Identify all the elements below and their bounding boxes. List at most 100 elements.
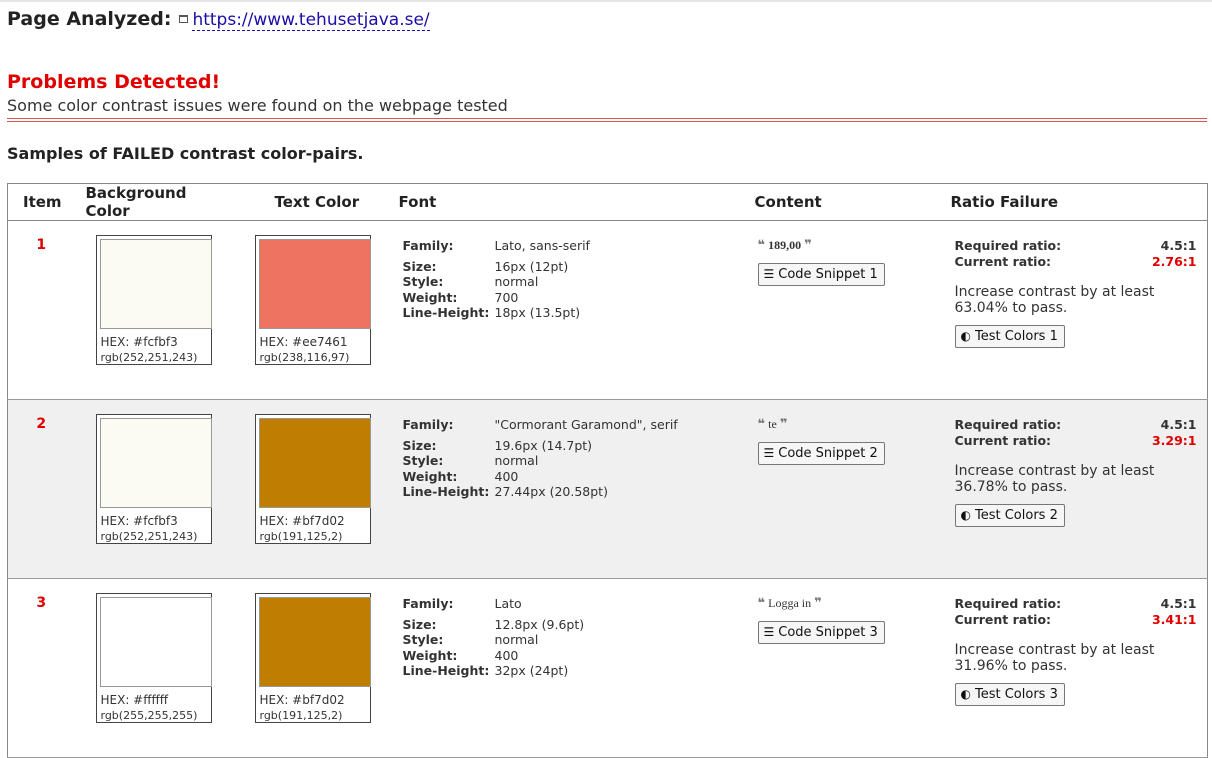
ratio-details: Required ratio: 4.5:1 Current ratio: 2.76:…: [954, 238, 1197, 348]
contrast-icon: ◐: [960, 329, 971, 343]
text-rgb: rgb(191,125,2): [259, 709, 343, 722]
font-style-label: Style:: [402, 453, 444, 468]
required-ratio-label: Required ratio:: [954, 596, 1062, 611]
test-colors-label: Test Colors 1: [974, 329, 1058, 344]
line-height-label: Line-Height:: [402, 663, 490, 678]
analyzed-url-link[interactable]: https://www.tehusetjava.se/: [192, 10, 430, 31]
divider-line: [7, 118, 1207, 119]
bg-color-swatch: [99, 239, 212, 329]
required-ratio-label: Required ratio:: [954, 417, 1062, 432]
contrast-advice: Increase contrast by at least 31.96% to …: [954, 642, 1155, 674]
font-size-value: 19.6px (14.7pt): [494, 437, 593, 453]
font-details: Family: "Cormorant Garamond", serif Size:…: [403, 417, 751, 500]
list-icon: ☰: [763, 446, 775, 460]
ratio-cell: Required ratio: 4.5:1 Current ratio: 3.41:…: [946, 578, 1208, 758]
code-snippet-button[interactable]: ☰ Code Snippet 2: [757, 442, 885, 465]
table-header-row: Item Background Color Text Color Font Co…: [7, 183, 1208, 221]
text-rgb: rgb(191,125,2): [259, 530, 343, 543]
bg-swatch-card: HEX: #fcfbf3 rgb(252,251,243): [95, 414, 212, 544]
line-height-value: 27.44px (20.58pt): [494, 484, 608, 499]
font-details: Family: Lato Size: 12.8px (9.6pt) Style: no…: [403, 596, 751, 679]
test-colors-button[interactable]: ◐ Test Colors 1: [954, 325, 1065, 348]
required-ratio-value: 4.5:1: [1160, 417, 1197, 432]
font-style-label: Style:: [402, 274, 444, 289]
content-text: 189,00: [768, 238, 802, 252]
open-quote-icon: ❝: [757, 596, 766, 611]
item-number: 2: [7, 399, 75, 579]
current-ratio-value: 3.29:1: [1151, 432, 1197, 448]
code-snippet-label: Code Snippet 2: [778, 446, 878, 461]
font-size-label: Size:: [402, 616, 437, 632]
list-icon: ☰: [763, 267, 775, 281]
ratio-details: Required ratio: 4.5:1 Current ratio: 3.29:…: [954, 417, 1197, 527]
test-colors-button[interactable]: ◐ Test Colors 3: [954, 683, 1065, 706]
font-style-value: normal: [494, 274, 539, 289]
close-quote-icon: ❞: [814, 596, 822, 611]
font-weight-value: 400: [494, 647, 519, 663]
table-row: 2 HEX: #fcfbf3 rgb(252,251,243) HEX: #bf…: [7, 399, 1208, 579]
text-swatch-card: HEX: #bf7d02 rgb(191,125,2): [254, 593, 371, 723]
table-row: 1 HEX: #fcfbf3 rgb(252,251,243) HEX: #ee…: [7, 220, 1208, 400]
bg-color-cell: HEX: #fcfbf3 rgb(252,251,243): [74, 220, 235, 400]
font-style-value: normal: [494, 632, 539, 647]
bg-hex: HEX: #fcfbf3: [100, 514, 178, 528]
code-snippet-label: Code Snippet 1: [778, 267, 878, 282]
current-ratio-label: Current ratio:: [954, 253, 1052, 269]
code-snippet-button[interactable]: ☰ Code Snippet 1: [757, 263, 885, 286]
font-cell: Family: "Cormorant Garamond", serif Size:…: [395, 399, 751, 579]
font-family-value: "Cormorant Garamond", serif: [494, 417, 678, 432]
text-rgb: rgb(238,116,97): [259, 351, 350, 364]
current-ratio-label: Current ratio:: [954, 611, 1052, 627]
col-header-background: Background Color: [74, 183, 235, 221]
text-hex: HEX: #ee7461: [259, 335, 348, 349]
font-weight-value: 700: [494, 289, 519, 305]
bg-color-swatch: [99, 597, 212, 687]
col-header-text-color: Text Color: [234, 183, 396, 221]
test-colors-label: Test Colors 2: [974, 508, 1058, 523]
text-color-swatch: [258, 418, 371, 508]
test-colors-label: Test Colors 3: [974, 687, 1058, 702]
bg-rgb: rgb(252,251,243): [100, 530, 198, 543]
ratio-details: Required ratio: 4.5:1 Current ratio: 3.41:…: [954, 596, 1197, 706]
font-size-label: Size:: [402, 437, 437, 453]
font-size-value: 16px (12pt): [494, 258, 569, 274]
bg-color-cell: HEX: #fcfbf3 rgb(252,251,243): [74, 399, 235, 579]
font-weight-value: 400: [494, 468, 519, 484]
content-cell: ❝ Logga in ❞ ☰ Code Snippet 3: [750, 578, 947, 758]
font-family-label: Family:: [402, 596, 454, 611]
test-colors-button[interactable]: ◐ Test Colors 2: [954, 504, 1065, 527]
bg-rgb: rgb(255,255,255): [100, 709, 198, 722]
close-quote-icon: ❞: [804, 238, 812, 253]
text-hex: HEX: #bf7d02: [259, 514, 345, 528]
font-family-label: Family:: [402, 417, 454, 432]
text-color-cell: HEX: #bf7d02 rgb(191,125,2): [234, 578, 396, 758]
open-quote-icon: ❝: [757, 417, 766, 432]
font-cell: Family: Lato, sans-serif Size: 16px (12pt)…: [395, 220, 751, 400]
code-snippet-button[interactable]: ☰ Code Snippet 3: [757, 621, 885, 644]
bg-color-swatch: [99, 418, 212, 508]
font-family-value: Lato: [494, 596, 522, 611]
font-family-value: Lato, sans-serif: [494, 238, 590, 253]
divider-line: [7, 121, 1207, 122]
font-details: Family: Lato, sans-serif Size: 16px (12pt)…: [403, 238, 751, 321]
content-cell: ❝ te ❞ ☰ Code Snippet 2: [750, 399, 947, 579]
current-ratio-value: 3.41:1: [1151, 611, 1197, 627]
bg-swatch-card: HEX: #fcfbf3 rgb(252,251,243): [95, 235, 212, 365]
contrast-icon: ◐: [960, 687, 971, 701]
text-color-cell: HEX: #bf7d02 rgb(191,125,2): [234, 399, 396, 579]
text-hex: HEX: #bf7d02: [259, 693, 345, 707]
current-ratio-label: Current ratio:: [954, 432, 1052, 448]
new-window-icon: [179, 14, 189, 23]
bg-color-cell: HEX: #ffffff rgb(255,255,255): [74, 578, 235, 758]
contrast-advice: Increase contrast by at least 36.78% to …: [954, 463, 1155, 495]
item-number: 3: [7, 578, 75, 758]
table-row: 3 HEX: #ffffff rgb(255,255,255) HEX: #bf…: [7, 578, 1208, 758]
content-cell: ❝ 189,00 ❞ ☰ Code Snippet 1: [750, 220, 947, 400]
open-quote-icon: ❝: [757, 238, 766, 253]
list-icon: ☰: [763, 625, 775, 639]
font-weight-label: Weight:: [402, 468, 458, 484]
close-quote-icon: ❞: [779, 417, 788, 432]
required-ratio-value: 4.5:1: [1160, 596, 1197, 611]
text-color-swatch: [258, 597, 371, 687]
content-sample: ❝ 189,00 ❞: [758, 238, 947, 253]
